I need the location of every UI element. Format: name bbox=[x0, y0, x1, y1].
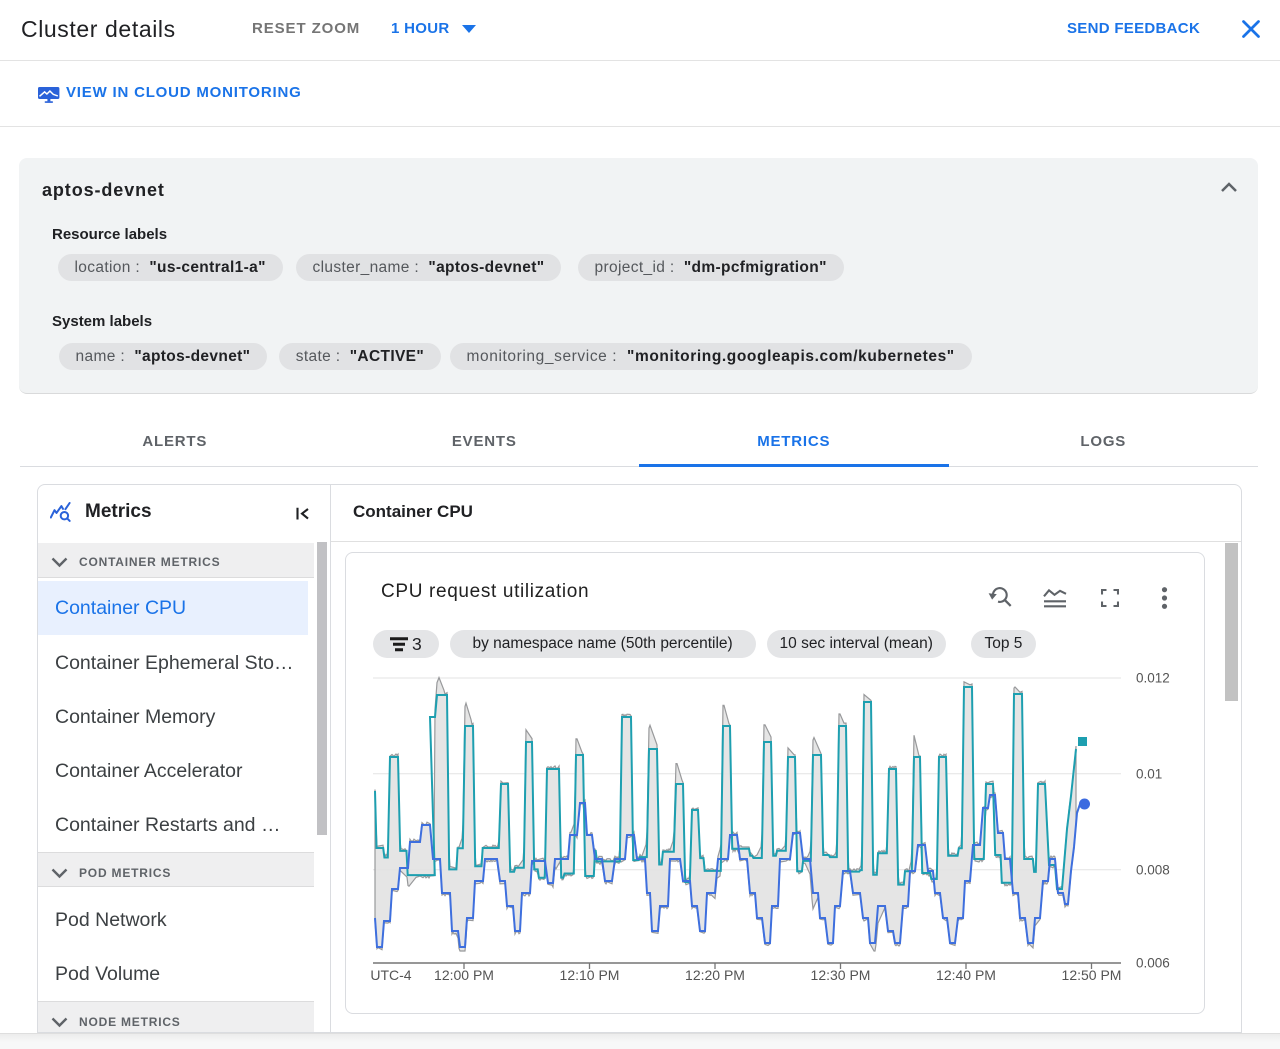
svg-text:0.01: 0.01 bbox=[1136, 766, 1162, 781]
svg-text:12:30 PM: 12:30 PM bbox=[811, 967, 871, 983]
svg-text:0.006: 0.006 bbox=[1136, 956, 1170, 971]
svg-text:12:10 PM: 12:10 PM bbox=[560, 967, 620, 983]
svg-text:12:20 PM: 12:20 PM bbox=[685, 967, 745, 983]
svg-text:12:50 PM: 12:50 PM bbox=[1062, 967, 1122, 983]
svg-text:0.012: 0.012 bbox=[1136, 671, 1170, 686]
svg-text:12:40 PM: 12:40 PM bbox=[936, 967, 996, 983]
svg-text:0.008: 0.008 bbox=[1136, 862, 1170, 877]
svg-text:12:00 PM: 12:00 PM bbox=[434, 967, 494, 983]
svg-text:UTC-4: UTC-4 bbox=[370, 967, 411, 983]
